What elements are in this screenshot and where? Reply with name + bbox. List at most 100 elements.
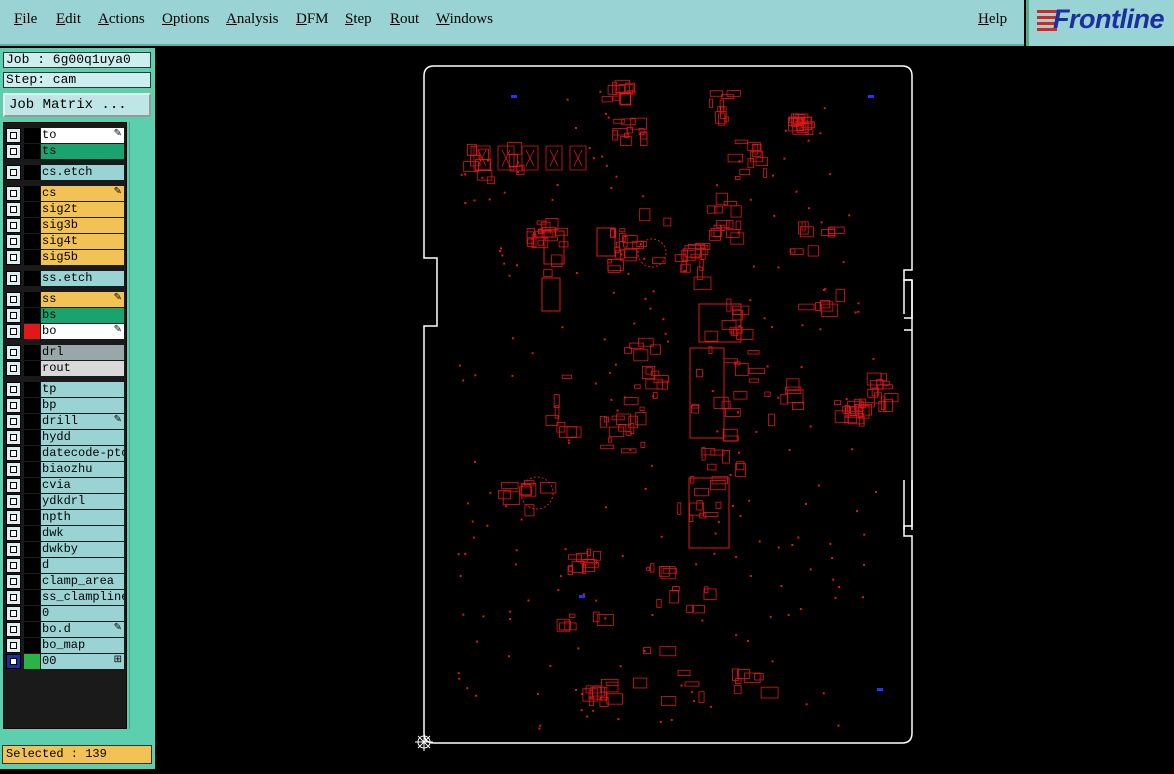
layer-checkbox[interactable]	[6, 398, 21, 413]
menu-edit[interactable]: Edit	[56, 11, 81, 28]
layer-checkbox[interactable]	[6, 186, 21, 201]
layer-row-bo[interactable]: bo ✎	[6, 324, 124, 339]
layer-name[interactable]: ss_clampline	[41, 590, 124, 605]
layer-name[interactable]: d	[41, 558, 124, 573]
layer-affected-indicator[interactable]	[24, 144, 40, 159]
layer-affected-indicator[interactable]	[24, 462, 40, 477]
layer-name[interactable]: datecode-ptc	[41, 446, 124, 461]
layer-affected-indicator[interactable]	[24, 430, 40, 445]
layer-checkbox[interactable]	[6, 250, 21, 265]
layer-affected-indicator[interactable]	[24, 361, 40, 376]
menu-actions[interactable]: Actions	[98, 11, 145, 28]
layer-affected-indicator[interactable]	[24, 202, 40, 217]
layer-checkbox[interactable]	[6, 494, 21, 509]
menu-rout[interactable]: Rout	[390, 11, 419, 28]
layer-checkbox[interactable]	[6, 292, 21, 307]
layer-row-sig3b[interactable]: sig3b	[6, 218, 124, 233]
layer-checkbox[interactable]	[6, 144, 21, 159]
menu-step[interactable]: Step	[345, 11, 372, 28]
layer-name[interactable]: ss ✎	[41, 292, 124, 307]
layer-checkbox[interactable]	[6, 558, 21, 573]
layer-checkbox[interactable]	[6, 654, 21, 669]
layer-row-ydkdrl[interactable]: ydkdrl	[6, 494, 124, 509]
layer-affected-indicator[interactable]	[24, 186, 40, 201]
layer-checkbox[interactable]	[6, 271, 21, 286]
layer-name[interactable]: hydd	[41, 430, 124, 445]
layer-checkbox[interactable]	[6, 590, 21, 605]
layer-name[interactable]: npth	[41, 510, 124, 525]
layer-name[interactable]: ss.etch	[41, 271, 124, 286]
layer-affected-indicator[interactable]	[24, 558, 40, 573]
layer-row-to[interactable]: to ✎	[6, 128, 124, 143]
layer-name[interactable]: to ✎	[41, 128, 124, 143]
layer-affected-indicator[interactable]	[24, 638, 40, 653]
layer-name[interactable]: sig4t	[41, 234, 124, 249]
layer-row-cvia[interactable]: cvia	[6, 478, 124, 493]
arrow-icon[interactable]	[24, 654, 40, 669]
layer-affected-indicator[interactable]	[24, 414, 40, 429]
layer-name[interactable]: cs ✎	[41, 186, 124, 201]
layer-name[interactable]: bo ✎	[41, 324, 124, 339]
layer-checkbox[interactable]	[6, 128, 21, 143]
layer-row-cs.etch[interactable]: cs.etch	[6, 165, 124, 180]
layer-checkbox[interactable]	[6, 234, 21, 249]
layer-name[interactable]: cvia	[41, 478, 124, 493]
layer-row-clamp_area[interactable]: clamp_area	[6, 574, 124, 589]
layer-row-drill[interactable]: drill ✎	[6, 414, 124, 429]
layer-checkbox[interactable]	[6, 446, 21, 461]
layer-affected-indicator[interactable]	[24, 606, 40, 621]
layer-checkbox[interactable]	[6, 324, 21, 339]
graphics-canvas[interactable]	[157, 48, 1174, 769]
layer-row-sig5b[interactable]: sig5b	[6, 250, 124, 265]
layer-row-dwk[interactable]: dwk	[6, 526, 124, 541]
layer-row-bo.d[interactable]: bo.d ✎	[6, 622, 124, 637]
layer-checkbox[interactable]	[6, 478, 21, 493]
layer-name[interactable]: ts	[41, 144, 124, 159]
layer-row-cs[interactable]: cs ✎	[6, 186, 124, 201]
pcb-board-view[interactable]	[157, 48, 1174, 769]
layer-affected-indicator[interactable]	[24, 510, 40, 525]
layer-name[interactable]: ydkdrl	[41, 494, 124, 509]
layer-checkbox[interactable]	[6, 526, 21, 541]
layer-affected-indicator[interactable]	[24, 526, 40, 541]
layer-checkbox[interactable]	[6, 165, 21, 180]
layer-affected-indicator[interactable]	[24, 542, 40, 557]
layer-checkbox[interactable]	[6, 345, 21, 360]
layer-row-d[interactable]: d	[6, 558, 124, 573]
job-matrix-button[interactable]: Job Matrix ...	[3, 93, 151, 117]
layer-affected-indicator[interactable]	[24, 271, 40, 286]
layer-row-00[interactable]: 00 ⊞	[6, 654, 124, 669]
layer-name[interactable]: bp	[41, 398, 124, 413]
layer-affected-indicator[interactable]	[24, 218, 40, 233]
menu-dfm[interactable]: DFM	[296, 11, 329, 28]
layer-row-bo_map[interactable]: bo_map	[6, 638, 124, 653]
menu-windows[interactable]: Windows	[436, 11, 493, 28]
layer-row-ts[interactable]: ts	[6, 144, 124, 159]
layer-affected-indicator[interactable]	[24, 234, 40, 249]
layer-row-datecode-ptc[interactable]: datecode-ptc	[6, 446, 124, 461]
layer-checkbox[interactable]	[6, 382, 21, 397]
layer-row-0[interactable]: 0	[6, 606, 124, 621]
layer-affected-indicator[interactable]	[24, 250, 40, 265]
layer-checkbox[interactable]	[6, 361, 21, 376]
layer-name[interactable]: sig5b	[41, 250, 124, 265]
layer-name[interactable]: bs	[41, 308, 124, 323]
layer-row-npth[interactable]: npth	[6, 510, 124, 525]
layer-list-scrollbar[interactable]	[129, 122, 152, 729]
layer-checkbox[interactable]	[6, 606, 21, 621]
layer-row-hydd[interactable]: hydd	[6, 430, 124, 445]
layer-affected-indicator[interactable]	[24, 308, 40, 323]
layer-affected-indicator[interactable]	[24, 128, 40, 143]
layer-row-bs[interactable]: bs	[6, 308, 124, 323]
layer-affected-indicator[interactable]	[24, 165, 40, 180]
layer-name[interactable]: 0	[41, 606, 124, 621]
layer-checkbox[interactable]	[6, 462, 21, 477]
layer-affected-indicator[interactable]	[24, 478, 40, 493]
layer-checkbox[interactable]	[6, 542, 21, 557]
layer-affected-indicator[interactable]	[24, 574, 40, 589]
layer-affected-indicator[interactable]	[24, 622, 40, 637]
menu-options[interactable]: Options	[162, 11, 210, 28]
layer-affected-indicator[interactable]	[24, 292, 40, 307]
layer-affected-indicator[interactable]	[24, 398, 40, 413]
layer-row-drl[interactable]: drl	[6, 345, 124, 360]
